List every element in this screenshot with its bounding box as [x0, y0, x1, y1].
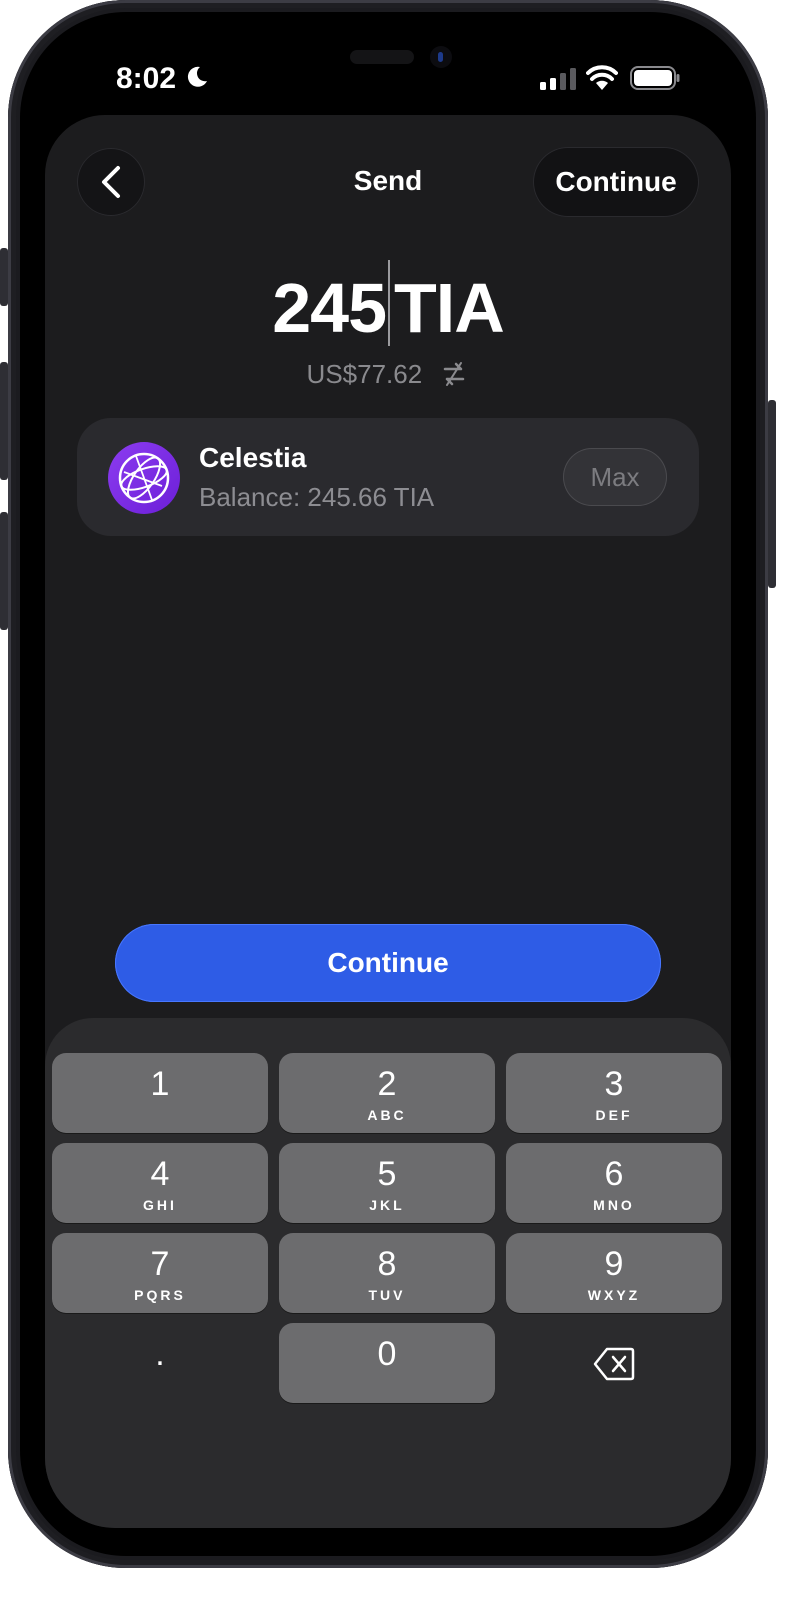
key-digit: 4 — [150, 1155, 170, 1193]
key-4[interactable]: 4 GHI — [52, 1143, 268, 1223]
battery-icon — [630, 66, 680, 90]
cellular-signal-icon — [540, 68, 576, 90]
key-decimal[interactable]: . — [52, 1323, 268, 1403]
key-5[interactable]: 5 JKL — [279, 1143, 495, 1223]
key-digit: 6 — [604, 1155, 624, 1193]
key-letters: DEF — [595, 1107, 633, 1123]
token-selector[interactable]: Celestia Balance: 245.66 TIA Max — [77, 418, 699, 536]
key-digit: 1 — [150, 1065, 170, 1103]
action-button — [0, 248, 8, 306]
wifi-icon — [586, 65, 618, 90]
key-3[interactable]: 3 DEF — [506, 1053, 722, 1133]
send-screen: Send Continue 245 TIA US$77.62 Celestia B… — [45, 115, 731, 1528]
key-6[interactable]: 6 MNO — [506, 1143, 722, 1223]
key-letters: JKL — [369, 1197, 405, 1213]
key-letters: GHI — [143, 1197, 177, 1213]
key-digit: 9 — [604, 1245, 624, 1283]
fiat-equivalent: US$77.62 — [45, 359, 731, 390]
key-1[interactable]: 1 — [52, 1053, 268, 1133]
fiat-amount: US$77.62 — [306, 359, 423, 389]
key-digit: 3 — [604, 1065, 624, 1103]
key-digit: 5 — [377, 1155, 397, 1193]
front-camera — [430, 46, 452, 68]
moon-icon — [187, 66, 207, 87]
key-letters: MNO — [593, 1197, 635, 1213]
key-letters: TUV — [368, 1287, 406, 1303]
header-continue-button[interactable]: Continue — [533, 147, 699, 217]
key-digit: 8 — [377, 1245, 397, 1283]
key-2[interactable]: 2 ABC — [279, 1053, 495, 1133]
celestia-logo-icon — [108, 442, 180, 514]
numeric-keypad: 1 2 ABC 3 DEF 4 GHI 5 JKL 6 MNO 7 PQRS 8 — [45, 1018, 731, 1528]
key-9[interactable]: 9 WXYZ — [506, 1233, 722, 1313]
key-letters: WXYZ — [587, 1287, 641, 1303]
key-letters: ABC — [367, 1107, 407, 1123]
key-0[interactable]: 0 — [279, 1323, 495, 1403]
key-digit: 7 — [150, 1245, 170, 1283]
max-button[interactable]: Max — [563, 448, 667, 506]
amount-unit: TIA — [394, 269, 505, 347]
text-cursor — [388, 260, 391, 346]
key-letters: PQRS — [134, 1287, 186, 1303]
key-digit: 2 — [377, 1065, 397, 1103]
backspace-icon — [593, 1347, 635, 1381]
key-8[interactable]: 8 TUV — [279, 1233, 495, 1313]
token-name: Celestia — [199, 442, 307, 473]
volume-down-button — [0, 512, 8, 630]
volume-up-button — [0, 362, 8, 480]
key-digit: 0 — [377, 1335, 397, 1373]
amount-value: 245 — [272, 269, 387, 347]
navigation-bar: Send Continue — [45, 115, 731, 255]
speaker-grille — [350, 50, 414, 64]
status-time: 8:02 — [116, 62, 177, 95]
key-delete[interactable] — [506, 1323, 722, 1403]
key-digit: . — [155, 1335, 165, 1373]
continue-button[interactable]: Continue — [115, 924, 661, 1002]
key-7[interactable]: 7 PQRS — [52, 1233, 268, 1313]
power-button — [768, 400, 776, 588]
amount-display[interactable]: 245 TIA — [45, 260, 731, 348]
swap-currency-icon[interactable] — [439, 359, 469, 389]
token-balance: Balance: 245.66 TIA — [199, 482, 435, 512]
